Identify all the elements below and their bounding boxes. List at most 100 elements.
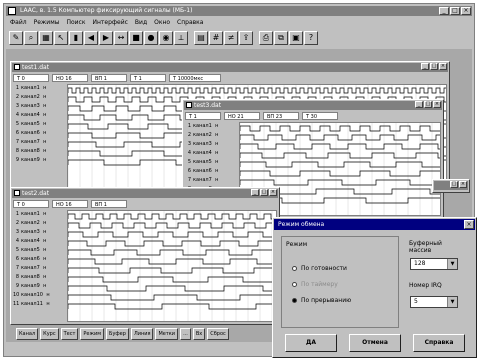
- channel-row[interactable]: 3 канал3 н: [185, 140, 237, 149]
- menu-item[interactable]: Интерфейс: [92, 18, 127, 27]
- task-button[interactable]: Метки: [155, 328, 179, 340]
- irq-select[interactable]: 5 ▼: [410, 296, 458, 308]
- record-icon[interactable]: ◉: [159, 31, 173, 45]
- pencil-icon[interactable]: ✎: [9, 31, 23, 45]
- channel-row[interactable]: 9канал9н: [13, 156, 65, 165]
- minimized-window[interactable]: □ ×: [432, 179, 470, 193]
- window-title-bar[interactable]: test1.dat _ □ ×: [12, 63, 448, 72]
- signal-window-2[interactable]: test2.dat _ □ × T 0 НО 16 ВП 1 1 канал1 н 2…: [10, 187, 280, 325]
- channel-row[interactable]: 4 канал4 н: [13, 111, 65, 120]
- menu-item[interactable]: Справка: [177, 18, 203, 27]
- channel-row[interactable]: 1 канал1 н: [185, 122, 237, 131]
- channel-row[interactable]: 3 канал3 н: [13, 102, 65, 111]
- menu-item[interactable]: Поиск: [66, 18, 85, 27]
- cancel-button[interactable]: Отмена: [349, 334, 401, 352]
- channel-row[interactable]: 8канал8н: [13, 273, 65, 282]
- compare-icon[interactable]: ≠: [224, 31, 238, 45]
- channel-row[interactable]: 5 канал5 н: [13, 246, 65, 255]
- channel-row[interactable]: 2 канал2 н: [13, 219, 65, 228]
- channel-row[interactable]: 6 канал6 н: [185, 167, 237, 176]
- close-button[interactable]: ×: [269, 189, 277, 196]
- help-icon[interactable]: ?: [304, 31, 318, 45]
- stop-icon[interactable]: ■: [129, 31, 143, 45]
- task-button[interactable]: Линия: [130, 328, 154, 340]
- radio-dot[interactable]: [292, 298, 297, 303]
- counter-icon[interactable]: #: [209, 31, 223, 45]
- task-button[interactable]: Тест: [60, 328, 79, 340]
- task-button[interactable]: Режим: [80, 328, 105, 340]
- minimize-button[interactable]: _: [251, 189, 259, 196]
- maximize-button[interactable]: □: [424, 101, 432, 108]
- channel-row[interactable]: 3 канал3 н: [13, 228, 65, 237]
- marker-icon[interactable]: ▮: [69, 31, 83, 45]
- minimize-button[interactable]: _: [415, 101, 423, 108]
- channel-row[interactable]: 9канал9н: [13, 282, 65, 291]
- task-button[interactable]: Вх: [192, 328, 206, 340]
- menu-item[interactable]: Режимы: [34, 18, 60, 27]
- help-button[interactable]: Справка: [413, 334, 465, 352]
- channel-row[interactable]: 5 канал5 н: [185, 158, 237, 167]
- cursor-icon[interactable]: ↖: [54, 31, 68, 45]
- chevron-down-icon[interactable]: ▼: [447, 259, 457, 269]
- menu-item[interactable]: Файл: [10, 18, 27, 27]
- radio-label: По таймеру: [301, 281, 338, 288]
- print-icon[interactable]: ⎙: [259, 31, 273, 45]
- channel-row[interactable]: 10 канал10 н: [13, 291, 65, 300]
- window-title-bar[interactable]: □ ×: [434, 181, 468, 190]
- task-button[interactable]: Буфер: [106, 328, 129, 340]
- radio-timer[interactable]: По таймеру: [292, 281, 338, 288]
- minimize-button[interactable]: _: [439, 7, 449, 15]
- radio-ready[interactable]: По готовности: [292, 265, 347, 272]
- arrow-left-icon[interactable]: ◀: [84, 31, 98, 45]
- radio-interrupt[interactable]: По прерыванию: [292, 297, 351, 304]
- close-button[interactable]: ×: [439, 63, 447, 70]
- channel-row[interactable]: 2 канал2 н: [13, 93, 65, 102]
- task-button[interactable]: Канал: [16, 328, 39, 340]
- channel-row[interactable]: 7 канал7 н: [13, 138, 65, 147]
- channel-row[interactable]: 5 канал5 н: [13, 120, 65, 129]
- radio-dot[interactable]: [292, 282, 297, 287]
- pattern-icon[interactable]: ▤: [194, 31, 208, 45]
- channel-row[interactable]: 1 канал1 н: [13, 210, 65, 219]
- task-button[interactable]: ...: [180, 328, 191, 340]
- channel-row[interactable]: 11 канал11 н: [13, 300, 65, 309]
- channel-row[interactable]: 4 канал4 н: [185, 149, 237, 158]
- minimize-button[interactable]: _: [421, 63, 429, 70]
- arrow-right-icon[interactable]: ▶: [99, 31, 113, 45]
- task-button[interactable]: Сброс: [207, 328, 229, 340]
- radio-dot[interactable]: [292, 266, 297, 271]
- close-button[interactable]: ×: [459, 181, 467, 188]
- maximize-button[interactable]: □: [430, 63, 438, 70]
- ok-button[interactable]: ДА: [285, 334, 337, 352]
- grid-icon[interactable]: ▦: [39, 31, 53, 45]
- channel-row[interactable]: 2 канал2 н: [185, 131, 237, 140]
- task-button[interactable]: Курс: [40, 328, 59, 340]
- maximize-button[interactable]: □: [260, 189, 268, 196]
- channel-row[interactable]: 6 канал6 н: [13, 129, 65, 138]
- channel-row[interactable]: 1 канал1 н: [13, 84, 65, 93]
- menu-item[interactable]: Окно: [154, 18, 170, 27]
- window-title-bar[interactable]: test3.dat _ □ ×: [184, 101, 442, 110]
- channel-row[interactable]: 7 канал7 н: [185, 176, 237, 185]
- channel-row[interactable]: 6 канал6 н: [13, 255, 65, 264]
- window-icon[interactable]: ▣: [289, 31, 303, 45]
- channel-row[interactable]: 8канал8н: [13, 147, 65, 156]
- chevron-down-icon[interactable]: ▼: [447, 297, 457, 307]
- waveform-area[interactable]: [67, 210, 277, 322]
- trigger-icon[interactable]: ⟂: [174, 31, 188, 45]
- maximize-button[interactable]: □: [450, 7, 460, 15]
- restore-button[interactable]: □: [450, 181, 458, 188]
- channel-row[interactable]: 7 канал7 н: [13, 264, 65, 273]
- measure-icon[interactable]: ↔: [114, 31, 128, 45]
- close-button[interactable]: ×: [461, 7, 471, 15]
- export-icon[interactable]: ⇪: [239, 31, 253, 45]
- copy-icon[interactable]: ⧉: [274, 31, 288, 45]
- run-icon[interactable]: ●: [144, 31, 158, 45]
- dialog-close-button[interactable]: ×: [464, 220, 474, 229]
- window-title-bar[interactable]: test2.dat _ □ ×: [12, 189, 278, 198]
- channel-row[interactable]: 4 канал4 н: [13, 237, 65, 246]
- zoom-icon[interactable]: ⌕: [24, 31, 38, 45]
- buffer-size-select[interactable]: 128 ▼: [410, 258, 458, 270]
- close-button[interactable]: ×: [433, 101, 441, 108]
- menu-item[interactable]: Вид: [135, 18, 147, 27]
